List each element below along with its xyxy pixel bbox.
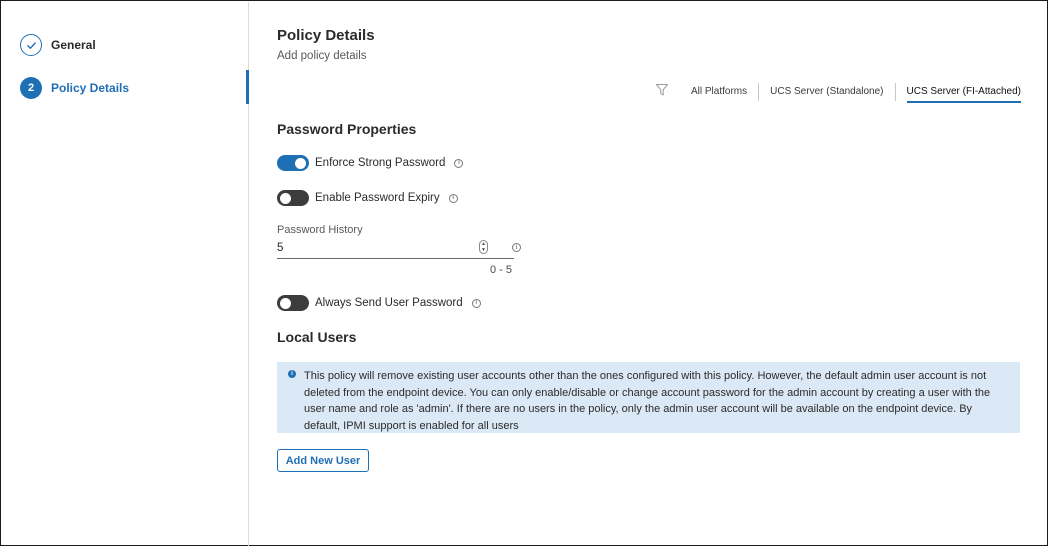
enforce-strong-password-label: Enforce Strong Password (315, 157, 446, 169)
app-frame: General 2 Policy Details Policy Details … (0, 0, 1048, 546)
step-policy-details[interactable]: 2 Policy Details (20, 77, 129, 99)
info-icon[interactable]: i (454, 158, 464, 168)
password-history-input[interactable]: 5 ▲ ▼ (277, 239, 514, 259)
check-circle-icon (20, 34, 42, 56)
notice-text: This policy will remove existing user ac… (304, 370, 991, 432)
wizard-sidebar: General 2 Policy Details (2, 2, 249, 546)
info-icon[interactable]: i (512, 243, 521, 252)
enable-password-expiry-toggle[interactable] (277, 190, 309, 206)
toggle-knob (280, 192, 291, 204)
page-subtitle: Add policy details (277, 50, 367, 62)
info-filled-icon: i (288, 370, 296, 378)
tab-divider (894, 83, 896, 101)
password-properties-heading: Password Properties (277, 121, 417, 137)
info-icon[interactable]: i (471, 298, 481, 308)
main-content: Policy Details Add policy details All Pl… (277, 1, 1021, 546)
always-send-user-password-toggle[interactable] (277, 295, 309, 311)
local-users-notice: i This policy will remove existing user … (277, 362, 1020, 433)
password-history-value: 5 (277, 242, 284, 254)
password-history-range: 0 - 5 (490, 264, 513, 276)
filter-icon[interactable] (655, 83, 669, 97)
password-history-label: Password History (277, 224, 363, 236)
page-title: Policy Details (277, 27, 375, 44)
always-send-user-password-row: Always Send User Password i (277, 295, 481, 311)
active-step-indicator (246, 70, 249, 104)
step-policy-details-label: Policy Details (51, 81, 130, 95)
local-users-heading: Local Users (277, 329, 357, 345)
number-stepper-icon[interactable]: ▲ ▼ (479, 240, 488, 254)
toggle-knob (280, 297, 291, 309)
always-send-user-password-label: Always Send User Password (315, 297, 463, 309)
enable-password-expiry-label: Enable Password Expiry (315, 192, 440, 204)
platform-filter-tabs: All Platforms UCS Server (Standalone) UC… (680, 81, 1021, 103)
enable-password-expiry-row: Enable Password Expiry i (277, 190, 458, 206)
info-icon[interactable]: i (448, 193, 458, 203)
step-number-badge: 2 (20, 77, 42, 99)
tab-ucs-server-standalone[interactable]: UCS Server (Standalone) (759, 81, 894, 101)
toggle-knob (295, 157, 306, 169)
tab-ucs-server-fi-attached[interactable]: UCS Server (FI-Attached) (906, 81, 1021, 103)
enforce-strong-password-row: Enforce Strong Password i (277, 155, 464, 171)
enforce-strong-password-toggle[interactable] (277, 155, 309, 171)
step-general-label: General (51, 38, 96, 52)
step-general[interactable]: General (20, 34, 96, 56)
add-new-user-button[interactable]: Add New User (277, 449, 369, 472)
tab-all-platforms[interactable]: All Platforms (680, 81, 758, 101)
